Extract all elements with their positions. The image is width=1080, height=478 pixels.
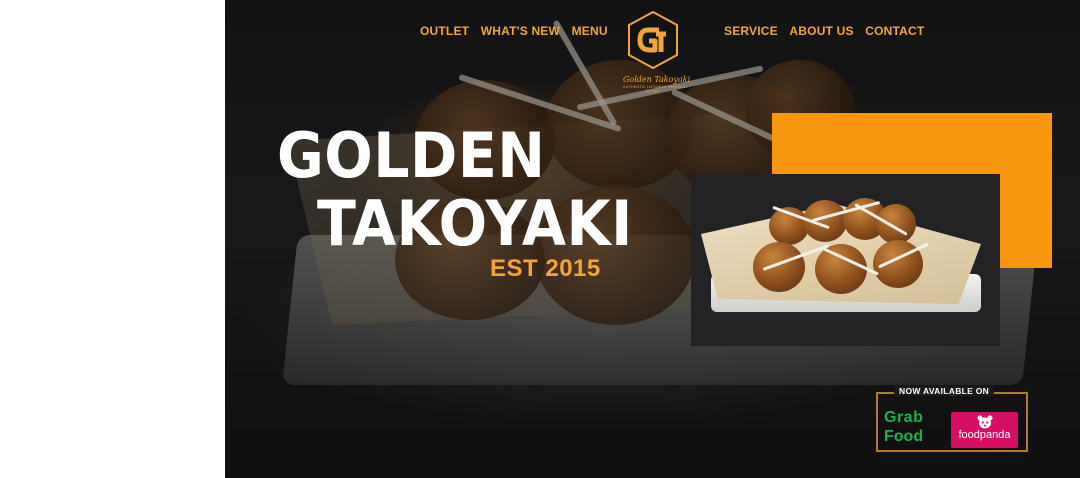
- nav-item-whats-new[interactable]: WHAT'S NEW: [481, 24, 560, 38]
- nav-item-contact[interactable]: CONTACT: [865, 24, 924, 38]
- logo-est: EST 2015: [645, 89, 661, 93]
- nav-item-service[interactable]: SERVICE: [724, 24, 778, 38]
- nav-right: SERVICE ABOUT US CONTACT: [724, 24, 924, 38]
- foodpanda-logo[interactable]: foodpanda: [951, 412, 1018, 448]
- grabfood-logo[interactable]: Grab Food: [884, 410, 923, 445]
- takoyaki-photo: [691, 174, 1000, 346]
- hero-section: OUTLET WHAT'S NEW MENU SERVICE ABOUT US …: [225, 0, 1080, 478]
- photo-takoyaki: [753, 242, 805, 292]
- availability-label: NOW AVAILABLE ON: [894, 386, 995, 396]
- grabfood-line1: Grab: [884, 409, 924, 426]
- hero-title-line1: GOLDEN: [277, 119, 546, 192]
- logo[interactable]: Golden Takoyaki AUTHENTIC JAPANESE TAKOY…: [623, 10, 691, 95]
- golden-takoyaki-logo-icon: [628, 10, 678, 70]
- hero-est: EST 2015: [490, 255, 601, 282]
- foodpanda-panda-icon: [977, 415, 992, 429]
- nav-item-menu[interactable]: MENU: [572, 24, 608, 38]
- photo-takoyaki: [815, 244, 867, 294]
- grabfood-line2: Food: [884, 428, 924, 445]
- nav-item-about-us[interactable]: ABOUT US: [789, 24, 853, 38]
- nav-item-outlet[interactable]: OUTLET: [420, 24, 469, 38]
- photo-takoyaki: [876, 204, 916, 244]
- hero-title-line2: TAKOYAKI: [317, 187, 633, 260]
- logo-name: Golden Takoyaki: [623, 75, 691, 84]
- foodpanda-label: foodpanda: [958, 429, 1011, 441]
- nav-left: OUTLET WHAT'S NEW MENU: [420, 24, 608, 38]
